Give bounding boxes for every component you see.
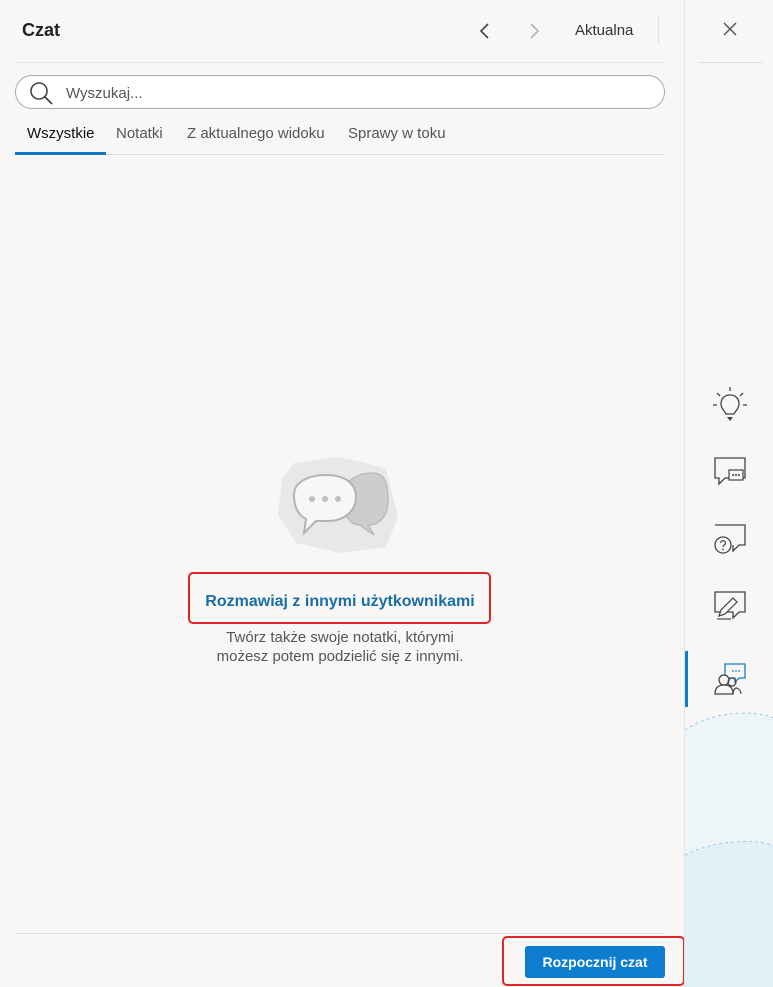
users-chat-icon[interactable]: [711, 660, 749, 698]
footer-divider: [15, 933, 665, 934]
tab-notes[interactable]: Notatki: [116, 125, 163, 142]
question-chat-icon[interactable]: [711, 519, 749, 557]
empty-desc-line-2: możesz potem podzielić się z innymi.: [216, 648, 464, 665]
start-chat-button[interactable]: Rozpocznij czat: [525, 946, 665, 978]
rail-decoration: [685, 712, 773, 987]
panel-header: Czat Aktualna: [0, 0, 684, 62]
tab-current-view[interactable]: Z aktualnego widoku: [187, 125, 325, 142]
close-button[interactable]: [715, 14, 745, 44]
tab-all[interactable]: Wszystkie: [27, 125, 95, 142]
next-button[interactable]: [519, 16, 549, 46]
previous-button[interactable]: [470, 16, 500, 46]
search-icon: [30, 82, 53, 105]
active-tab-indicator: [15, 152, 106, 155]
search-input[interactable]: [66, 82, 646, 104]
empty-desc-line-1: Twórz także swoje notatki, którymi: [226, 629, 454, 646]
close-icon: [723, 22, 737, 36]
rail-active-indicator: [685, 651, 688, 707]
chevron-right-icon: [530, 23, 540, 39]
header-divider: [658, 16, 659, 44]
current-button[interactable]: Aktualna: [575, 22, 633, 39]
edit-chat-icon[interactable]: [711, 586, 749, 624]
chat-bubble-icon[interactable]: [711, 452, 749, 490]
empty-state-title[interactable]: Rozmawiaj z innymi użytkownikami: [0, 593, 680, 611]
right-rail: [684, 0, 773, 987]
rail-divider: [699, 62, 763, 63]
lightbulb-icon[interactable]: [711, 385, 749, 423]
search-box: [15, 75, 665, 109]
chat-bubbles-icon: [278, 457, 398, 553]
header-divider-line: [15, 62, 665, 63]
chat-panel: Czat Aktualna Wszystkie Notatki Z aktual…: [0, 0, 685, 987]
chevron-left-icon: [479, 23, 489, 39]
page-title: Czat: [22, 20, 61, 40]
empty-state-description: Twórz także swoje notatki, którymi możes…: [0, 628, 680, 666]
tab-bar: Wszystkie Notatki Z aktualnego widoku Sp…: [15, 118, 665, 155]
tab-cases-in-progress[interactable]: Sprawy w toku: [348, 125, 446, 142]
